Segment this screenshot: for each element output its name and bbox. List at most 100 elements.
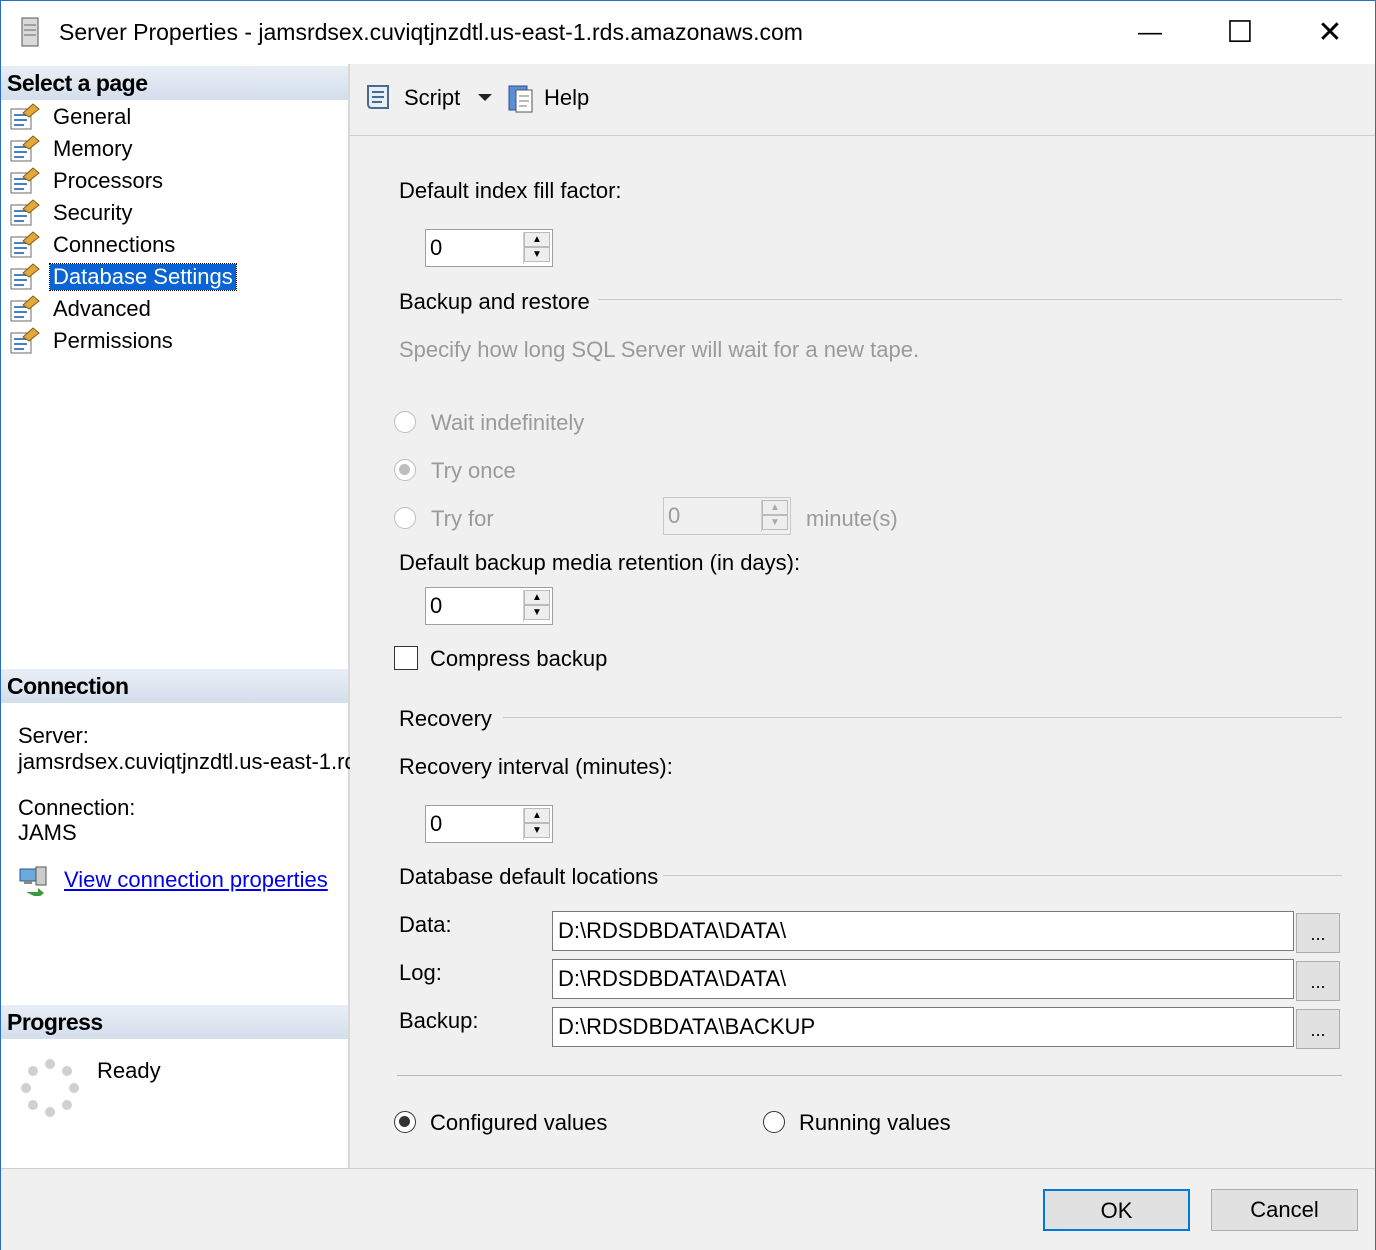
try-once-radio[interactable] bbox=[394, 459, 416, 481]
sidebar-item-label: Processors bbox=[53, 168, 164, 193]
spin-up-icon[interactable]: ▲ bbox=[524, 808, 550, 823]
connection-header: Connection bbox=[1, 669, 348, 703]
log-location-input[interactable]: D:\RDSDBDATA\DATA\ bbox=[552, 959, 1294, 999]
sidebar-item-label: Advanced bbox=[53, 296, 151, 321]
sidebar-item-label: Memory bbox=[53, 136, 133, 161]
sidebar-item-connections[interactable]: Connections bbox=[9, 230, 178, 260]
view-connection-properties-link[interactable]: View connection properties bbox=[64, 867, 328, 893]
sidebar-item-general[interactable]: General bbox=[9, 102, 134, 132]
script-dropdown-arrow-icon[interactable] bbox=[474, 86, 496, 108]
server-properties-dialog: Server Properties - jamsrdsex.cuviqtjnzd… bbox=[0, 0, 1376, 1250]
sidebar-item-label: Permissions bbox=[53, 328, 173, 353]
window-title: Server Properties - jamsrdsex.cuviqtjnzd… bbox=[59, 19, 803, 45]
log-browse-button[interactable]: ... bbox=[1296, 961, 1340, 1001]
server-label: Server: bbox=[18, 723, 89, 748]
dialog-footer: OK Cancel bbox=[1, 1168, 1375, 1250]
ok-button[interactable]: OK bbox=[1043, 1189, 1190, 1231]
sidebar-item-security[interactable]: Security bbox=[9, 198, 135, 228]
try-once-label: Try once bbox=[431, 458, 516, 483]
compress-backup-checkbox[interactable] bbox=[394, 646, 418, 670]
retention-spinner[interactable]: 0 ▲ ▼ bbox=[425, 587, 553, 625]
running-values-label: Running values bbox=[799, 1110, 951, 1135]
spin-up-icon[interactable]: ▲ bbox=[524, 590, 550, 605]
script-icon bbox=[364, 82, 396, 114]
backup-description: Specify how long SQL Server will wait fo… bbox=[399, 337, 920, 362]
script-button[interactable]: Script bbox=[364, 80, 484, 116]
recovery-interval-spinner[interactable]: 0 ▲ ▼ bbox=[425, 805, 553, 843]
maximize-icon: ☐ bbox=[1226, 16, 1254, 49]
wait-indefinitely-radio[interactable] bbox=[394, 411, 416, 433]
recovery-group-divider bbox=[503, 717, 1342, 718]
wait-indefinitely-label: Wait indefinitely bbox=[431, 410, 585, 435]
progress-spinner-icon bbox=[19, 1057, 81, 1119]
backup-location-label: Backup: bbox=[399, 1008, 479, 1033]
sidebar-item-label: General bbox=[53, 104, 132, 129]
spin-up-icon[interactable]: ▲ bbox=[762, 500, 788, 515]
connection-properties-icon bbox=[18, 866, 52, 898]
toolbar: Script Help bbox=[350, 64, 1375, 136]
help-icon bbox=[506, 82, 538, 114]
page-settings-icon bbox=[9, 135, 41, 163]
try-for-value: 0 bbox=[668, 503, 681, 528]
title-bar: Server Properties - jamsrdsex.cuviqtjnzd… bbox=[1, 1, 1375, 64]
data-location-label: Data: bbox=[399, 912, 452, 937]
recovery-interval-label: Recovery interval (minutes): bbox=[399, 754, 673, 779]
spin-down-icon[interactable]: ▼ bbox=[524, 247, 550, 262]
sidebar-item-label: Database Settings bbox=[49, 263, 237, 291]
locations-group-label: Database default locations bbox=[399, 864, 659, 889]
sidebar-item-advanced[interactable]: Advanced bbox=[9, 294, 154, 324]
cancel-button[interactable]: Cancel bbox=[1211, 1189, 1358, 1231]
help-label: Help bbox=[544, 85, 590, 110]
connection-value: JAMS bbox=[18, 820, 77, 845]
left-pane: Select a page General Memory Processors Sec… bbox=[1, 64, 368, 1168]
backup-location-input[interactable]: D:\RDSDBDATA\BACKUP bbox=[552, 1007, 1294, 1047]
try-for-radio[interactable] bbox=[394, 507, 416, 529]
select-page-header: Select a page bbox=[1, 66, 348, 100]
spin-down-icon[interactable]: ▼ bbox=[524, 823, 550, 838]
sidebar-item-memory[interactable]: Memory bbox=[9, 134, 135, 164]
sidebar-item-database-settings[interactable]: Database Settings bbox=[9, 262, 237, 292]
data-browse-button[interactable]: ... bbox=[1296, 913, 1340, 953]
progress-header: Progress bbox=[1, 1005, 348, 1039]
retention-value: 0 bbox=[430, 593, 443, 618]
fill-factor-label: Default index fill factor: bbox=[399, 178, 622, 203]
page-settings-icon bbox=[9, 263, 41, 291]
close-icon: ✕ bbox=[1317, 16, 1343, 49]
spin-down-icon[interactable]: ▼ bbox=[524, 605, 550, 620]
spin-down-icon[interactable]: ▼ bbox=[762, 515, 788, 530]
backup-browse-button[interactable]: ... bbox=[1296, 1009, 1340, 1049]
minimize-button[interactable]: — bbox=[1105, 1, 1195, 64]
page-settings-icon bbox=[9, 295, 41, 323]
backup-group-divider bbox=[598, 299, 1342, 300]
try-for-minutes-spinner[interactable]: 0 ▲ ▼ bbox=[663, 497, 791, 535]
running-values-radio[interactable] bbox=[763, 1111, 785, 1133]
connection-label: Connection: bbox=[18, 795, 136, 820]
page-settings-icon bbox=[9, 199, 41, 227]
sidebar-item-label: Security bbox=[53, 200, 133, 225]
server-icon bbox=[21, 17, 39, 47]
server-value: jamsrdsex.cuviqtjnzdtl.us-east-1.rds bbox=[18, 749, 368, 774]
recovery-interval-value: 0 bbox=[430, 811, 443, 836]
spin-up-icon[interactable]: ▲ bbox=[524, 232, 550, 247]
help-button[interactable]: Help bbox=[506, 80, 616, 116]
values-divider bbox=[397, 1075, 1342, 1076]
right-pane: Script Help Default index fill factor: 0… bbox=[350, 64, 1375, 1168]
backup-restore-group-label: Backup and restore bbox=[399, 289, 590, 314]
progress-status: Ready bbox=[97, 1058, 161, 1083]
fill-factor-spinner[interactable]: 0 ▲ ▼ bbox=[425, 229, 553, 267]
configured-values-label: Configured values bbox=[430, 1110, 608, 1135]
page-settings-icon bbox=[9, 103, 41, 131]
sidebar-item-permissions[interactable]: Permissions bbox=[9, 326, 176, 356]
page-settings-icon bbox=[9, 167, 41, 195]
locations-group-divider bbox=[663, 875, 1342, 876]
recovery-group-label: Recovery bbox=[399, 706, 492, 731]
sidebar-item-processors[interactable]: Processors bbox=[9, 166, 166, 196]
close-button[interactable]: ✕ bbox=[1285, 1, 1375, 64]
configured-values-radio[interactable] bbox=[394, 1111, 416, 1133]
page-settings-icon bbox=[9, 327, 41, 355]
maximize-button[interactable]: ☐ bbox=[1195, 1, 1285, 64]
minimize-icon: — bbox=[1138, 18, 1162, 46]
data-location-input[interactable]: D:\RDSDBDATA\DATA\ bbox=[552, 911, 1294, 951]
log-location-label: Log: bbox=[399, 960, 442, 985]
fill-factor-value: 0 bbox=[430, 235, 443, 260]
